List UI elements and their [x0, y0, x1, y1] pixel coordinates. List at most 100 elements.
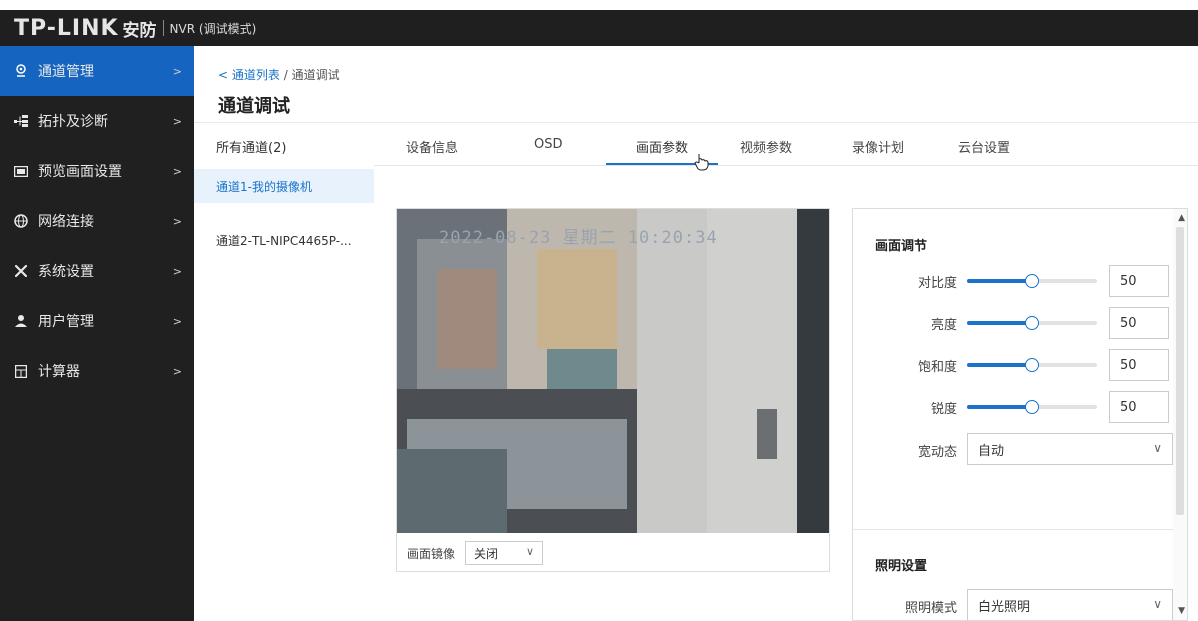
topology-icon [14, 114, 28, 128]
nvr-window: TP-LINK 安防 NVR (调试模式) 通道管理 > 拓扑及诊断 > 预览画… [0, 0, 1198, 621]
chevron-down-icon: ∨ [1153, 441, 1162, 455]
lighting-mode-value: 白光照明 [978, 599, 1031, 615]
page-header: < 通道列表 / 通道调试 通道调试 [194, 46, 1198, 122]
scrollbar-thumb[interactable] [1176, 227, 1184, 515]
sidebar-item-user-management[interactable]: 用户管理 > [0, 296, 194, 346]
tab-image-params[interactable]: 画面参数 [636, 137, 688, 156]
brightness-row: 亮度 50 [853, 307, 1175, 339]
chevron-right-icon: > [172, 214, 182, 228]
sidebar-item-channel-management[interactable]: 通道管理 > [0, 46, 194, 96]
sidebar-item-system-settings[interactable]: 系统设置 > [0, 246, 194, 296]
slider-thumb[interactable] [1025, 400, 1039, 414]
sidebar-item-label: 系统设置 [38, 264, 94, 280]
saturation-row: 饱和度 50 [853, 349, 1175, 381]
sidebar-item-label: 通道管理 [38, 64, 94, 80]
osd-timestamp: 2022-08-23 星期二 10:20:34 [439, 228, 718, 248]
lighting-mode-select[interactable]: 白光照明 ∨ [967, 589, 1173, 620]
channel-item-1[interactable]: 通道1-我的摄像机 [194, 169, 374, 203]
sidebar-item-label: 计算器 [38, 364, 80, 380]
channel-list: 所有通道(2) 通道1-我的摄像机 通道2-TL-NIPC4465P-... [194, 122, 374, 621]
contrast-label: 对比度 [917, 276, 957, 291]
breadcrumb-back-link[interactable]: < 通道列表 [218, 68, 280, 82]
slider-fill [967, 363, 1032, 367]
lighting-title: 照明设置 [875, 559, 928, 574]
tab-device-info[interactable]: 设备信息 [406, 137, 458, 156]
calculator-icon [14, 364, 28, 378]
sidebar-item-label: 用户管理 [38, 314, 94, 330]
sidebar-item-label: 预览画面设置 [38, 164, 122, 180]
camera-live-view: 2022-08-23 星期二 10:20:34 [397, 209, 829, 533]
sidebar-item-preview-settings[interactable]: 预览画面设置 > [0, 146, 194, 196]
settings-scrollbar[interactable]: ▲ ▼ [1173, 209, 1187, 620]
sharpness-value-input[interactable]: 50 [1109, 391, 1169, 423]
slider-thumb[interactable] [1025, 358, 1039, 372]
slider-fill [967, 321, 1032, 325]
sidebar-item-label: 拓扑及诊断 [38, 114, 108, 130]
sidebar-item-network[interactable]: 网络连接 > [0, 196, 194, 246]
image-settings-content: 画面调节 对比度 50 亮度 50 饱和度 50 锐度 50 宽动态 自动 ∨ … [853, 209, 1175, 620]
mirror-label: 画面镜像 [407, 546, 456, 561]
sharpness-slider[interactable] [967, 400, 1097, 414]
wdr-select[interactable]: 自动 ∨ [967, 433, 1173, 465]
tab-ptz-settings[interactable]: 云台设置 [958, 137, 1010, 156]
scroll-up-arrow-icon[interactable]: ▲ [1178, 213, 1185, 223]
breadcrumb-separator: / [283, 68, 288, 82]
location-pin-icon [14, 64, 28, 78]
channel-debug-content: 设备信息 OSD 画面参数 视频参数 录像计划 云台设置 2022-08-23 … [374, 122, 1198, 621]
sidebar-item-calculator[interactable]: 计算器 > [0, 346, 194, 396]
image-adjust-title: 画面调节 [875, 239, 928, 254]
device-mode-label: NVR (调试模式) [169, 21, 257, 36]
chevron-right-icon: > [172, 364, 182, 378]
tools-icon [14, 264, 28, 278]
channel-item-2[interactable]: 通道2-TL-NIPC4465P-... [194, 223, 374, 257]
contrast-slider[interactable] [967, 274, 1097, 288]
brand-logo: TP-LINK [14, 15, 119, 41]
chevron-down-icon: ∨ [525, 545, 535, 558]
saturation-value-input[interactable]: 50 [1109, 349, 1169, 381]
user-icon [14, 314, 28, 328]
sharpness-row: 锐度 50 [853, 391, 1175, 423]
camera-frame-image [397, 209, 829, 533]
slider-fill [967, 279, 1032, 283]
brand-divider [162, 20, 164, 36]
saturation-slider[interactable] [967, 358, 1097, 372]
saturation-label: 饱和度 [917, 360, 957, 375]
mirror-select[interactable]: 关闭 ∨ [465, 541, 544, 565]
chevron-right-icon: > [172, 164, 182, 178]
chevron-right-icon: > [172, 64, 182, 78]
slider-thumb[interactable] [1025, 274, 1039, 288]
tab-bar: 设备信息 OSD 画面参数 视频参数 录像计划 云台设置 [374, 122, 1198, 171]
breadcrumb-current: 通道调试 [291, 68, 340, 82]
lighting-mode-row: 照明模式 白光照明 ∨ [853, 589, 1175, 620]
hand-cursor-icon [694, 153, 710, 175]
scroll-down-arrow-icon[interactable]: ▼ [1178, 606, 1185, 616]
slider-fill [967, 405, 1032, 409]
channel-list-header: 所有通道(2) [216, 140, 287, 156]
contrast-value-input[interactable]: 50 [1109, 265, 1169, 297]
chevron-right-icon: > [172, 314, 182, 328]
sidebar: 通道管理 > 拓扑及诊断 > 预览画面设置 > 网络连接 > 系统设置 > 用户… [0, 46, 194, 621]
chevron-right-icon: > [172, 264, 182, 278]
tab-video-params[interactable]: 视频参数 [740, 137, 792, 156]
monitor-icon [14, 164, 28, 178]
brightness-slider[interactable] [967, 316, 1097, 330]
sidebar-item-topology[interactable]: 拓扑及诊断 > [0, 96, 194, 146]
image-settings-panel: 画面调节 对比度 50 亮度 50 饱和度 50 锐度 50 宽动态 自动 ∨ … [852, 208, 1188, 621]
brightness-value-input[interactable]: 50 [1109, 307, 1169, 339]
chevron-right-icon: > [172, 114, 182, 128]
globe-icon [14, 214, 28, 228]
chevron-down-icon: ∨ [1153, 597, 1162, 611]
top-bar: TP-LINK 安防 NVR (调试模式) [0, 10, 1198, 46]
tab-record-schedule[interactable]: 录像计划 [852, 137, 904, 156]
breadcrumb: < 通道列表 / 通道调试 [218, 66, 340, 83]
mirror-select-value: 关闭 [474, 546, 499, 561]
mirror-setting: 画面镜像 关闭 ∨ [407, 541, 544, 565]
section-divider [853, 529, 1175, 530]
slider-thumb[interactable] [1025, 316, 1039, 330]
tab-osd[interactable]: OSD [534, 137, 563, 152]
sidebar-item-label: 网络连接 [38, 214, 94, 230]
brand-logo-cn: 安防 [122, 20, 157, 41]
video-preview-panel: 2022-08-23 星期二 10:20:34 画面镜像 关闭 ∨ [396, 208, 830, 572]
page-title: 通道调试 [218, 96, 290, 117]
wdr-label: 宽动态 [917, 445, 957, 460]
